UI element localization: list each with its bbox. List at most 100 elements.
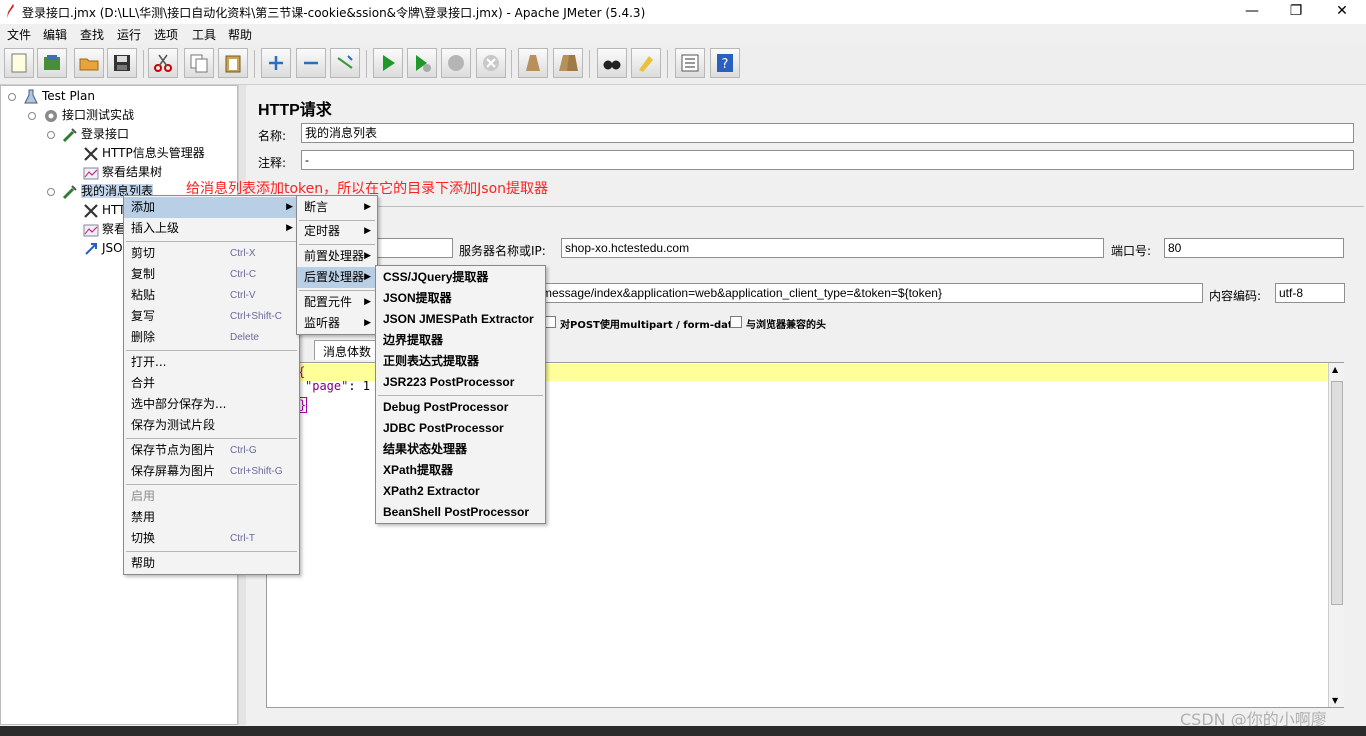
submenu-item-xpath2-extractor[interactable]: XPath2 Extractor xyxy=(376,481,545,502)
menu-separator xyxy=(126,438,297,439)
shutdown-icon[interactable] xyxy=(476,48,506,78)
tab-body-data[interactable]: 消息体数 xyxy=(314,340,380,360)
menu-separator xyxy=(299,290,375,291)
tree-node-json-extractor[interactable]: JSO xyxy=(83,239,123,257)
menu-item-label: 打开... xyxy=(131,355,167,369)
submenu-item-xpath-extractor[interactable]: XPath提取器 xyxy=(376,460,545,481)
menu-file[interactable]: 文件 xyxy=(7,26,31,43)
flask-icon xyxy=(24,89,38,103)
search-icon[interactable] xyxy=(597,48,627,78)
start-no-pauses-icon[interactable] xyxy=(407,48,437,78)
menu-item-open[interactable]: 打开... xyxy=(124,352,299,373)
submenu-item-listener[interactable]: 监听器 ▶ xyxy=(297,313,377,334)
tree-node-thread-group[interactable]: 接口测试实战 xyxy=(43,106,134,124)
clear-icon[interactable] xyxy=(518,48,548,78)
open-icon[interactable] xyxy=(74,48,104,78)
menu-item-toggle[interactable]: 切换 Ctrl-T xyxy=(124,528,299,549)
menu-item-paste[interactable]: 粘贴 Ctrl-V xyxy=(124,285,299,306)
title-bar: 登录接口.jmx (D:\LL\华测\接口自动化资料\第三节课-cookie&s… xyxy=(0,0,1366,24)
help-icon[interactable]: ? xyxy=(710,48,740,78)
expander-icon[interactable] xyxy=(47,188,55,196)
menu-edit[interactable]: 编辑 xyxy=(43,26,67,43)
submenu-item-jsr223-postprocessor[interactable]: JSR223 PostProcessor xyxy=(376,372,545,393)
toggle-icon[interactable] xyxy=(330,48,360,78)
minimize-button[interactable]: — xyxy=(1240,2,1264,20)
cut-icon[interactable] xyxy=(148,48,178,78)
submenu-item-css-jquery-extractor[interactable]: CSS/JQuery提取器 xyxy=(376,267,545,288)
submenu-item-pre-processor[interactable]: 前置处理器 ▶ xyxy=(297,246,377,267)
submenu-item-debug-postprocessor[interactable]: Debug PostProcessor xyxy=(376,397,545,418)
editor-scrollbar[interactable]: ▲ ▼ xyxy=(1328,363,1344,707)
menu-item-insert-parent[interactable]: 插入上级 ▶ xyxy=(124,218,299,239)
menu-item-cut[interactable]: 剪切 Ctrl-X xyxy=(124,243,299,264)
menu-item-merge[interactable]: 合并 xyxy=(124,373,299,394)
submenu-item-config-element[interactable]: 配置元件 ▶ xyxy=(297,292,377,313)
expander-icon[interactable] xyxy=(8,93,16,101)
encoding-field[interactable]: utf-8 xyxy=(1275,283,1345,303)
browser-headers-checkbox[interactable] xyxy=(730,316,742,328)
submenu-item-beanshell-postprocessor[interactable]: BeanShell PostProcessor xyxy=(376,502,545,523)
multipart-label: 对POST使用multipart / form-data xyxy=(560,320,740,331)
maximize-button[interactable]: ❐ xyxy=(1284,2,1308,20)
tree-node-view-results[interactable]: 察看 xyxy=(83,220,126,238)
menu-item-save-selection[interactable]: 选中部分保存为... xyxy=(124,394,299,415)
expand-icon[interactable] xyxy=(261,48,291,78)
new-icon[interactable] xyxy=(4,48,34,78)
reset-search-icon[interactable] xyxy=(631,48,661,78)
save-icon[interactable] xyxy=(107,48,137,78)
menu-item-disable[interactable]: 禁用 xyxy=(124,507,299,528)
menu-tools[interactable]: 工具 xyxy=(192,26,216,43)
menu-item-delete[interactable]: 删除 Delete xyxy=(124,327,299,348)
templates-icon[interactable] xyxy=(37,48,67,78)
scroll-down-icon[interactable]: ▼ xyxy=(1332,696,1338,705)
submenu-item-regex-extractor[interactable]: 正则表达式提取器 xyxy=(376,351,545,372)
tree-node-login-request[interactable]: 登录接口 xyxy=(62,125,129,143)
submenu-item-jdbc-postprocessor[interactable]: JDBC PostProcessor xyxy=(376,418,545,439)
tree-node-test-plan[interactable]: Test Plan xyxy=(23,87,95,105)
close-button[interactable]: ✕ xyxy=(1330,2,1354,20)
scrollbar-thumb[interactable] xyxy=(1331,381,1343,605)
stop-icon[interactable] xyxy=(441,48,471,78)
menu-separator xyxy=(126,551,297,552)
submenu-item-assertion[interactable]: 断言 ▶ xyxy=(297,197,377,218)
submenu-arrow-icon: ▶ xyxy=(364,202,371,212)
name-field[interactable]: 我的消息列表 xyxy=(301,123,1354,143)
submenu-item-post-processor[interactable]: 后置处理器 ▶ xyxy=(297,267,377,288)
tree-node-header-manager[interactable]: HTTP信息头管理器 xyxy=(83,144,205,162)
tree-node-results-tree[interactable]: 察看结果树 xyxy=(83,163,162,181)
start-icon[interactable] xyxy=(373,48,403,78)
comment-label: 注释: xyxy=(258,156,287,170)
comment-field[interactable]: - xyxy=(301,150,1354,170)
paste-icon[interactable] xyxy=(218,48,248,78)
submenu-item-result-status-handler[interactable]: 结果状态处理器 xyxy=(376,439,545,460)
menu-item-duplicate[interactable]: 复写 Ctrl+Shift-C xyxy=(124,306,299,327)
menu-run[interactable]: 运行 xyxy=(117,26,141,43)
menu-item-add[interactable]: 添加 ▶ xyxy=(124,197,299,218)
protocol-field[interactable] xyxy=(372,238,453,258)
clear-all-icon[interactable] xyxy=(553,48,583,78)
menu-item-help[interactable]: 帮助 xyxy=(124,553,299,574)
menu-help[interactable]: 帮助 xyxy=(228,26,252,43)
submenu-item-json-jmespath-extractor[interactable]: JSON JMESPath Extractor xyxy=(376,309,545,330)
menu-item-enable[interactable]: 启用 xyxy=(124,486,299,507)
expander-icon[interactable] xyxy=(28,112,36,120)
expander-icon[interactable] xyxy=(47,131,55,139)
collapse-icon[interactable] xyxy=(296,48,326,78)
menu-item-save-as-fragment[interactable]: 保存为测试片段 xyxy=(124,415,299,436)
menu-options[interactable]: 选项 xyxy=(154,26,178,43)
path-field[interactable]: message/index&application=web&applicatio… xyxy=(538,283,1203,303)
menu-search[interactable]: 查找 xyxy=(80,26,104,43)
port-field[interactable]: 80 xyxy=(1164,238,1344,258)
menu-item-save-node-image[interactable]: 保存节点为图片 Ctrl-G xyxy=(124,440,299,461)
menu-item-copy[interactable]: 复制 Ctrl-C xyxy=(124,264,299,285)
server-field[interactable]: shop-xo.hctestedu.com xyxy=(561,238,1104,258)
submenu-item-json-extractor[interactable]: JSON提取器 xyxy=(376,288,545,309)
submenu-item-boundary-extractor[interactable]: 边界提取器 xyxy=(376,330,545,351)
function-helper-icon[interactable] xyxy=(675,48,705,78)
menu-item-label: 边界提取器 xyxy=(383,333,444,347)
menu-item-save-screen-image[interactable]: 保存屏幕为图片 Ctrl+Shift-G xyxy=(124,461,299,482)
copy-icon[interactable] xyxy=(184,48,214,78)
svg-text:?: ? xyxy=(722,57,729,72)
submenu-item-timer[interactable]: 定时器 ▶ xyxy=(297,221,377,242)
scroll-up-icon[interactable]: ▲ xyxy=(1332,365,1338,374)
